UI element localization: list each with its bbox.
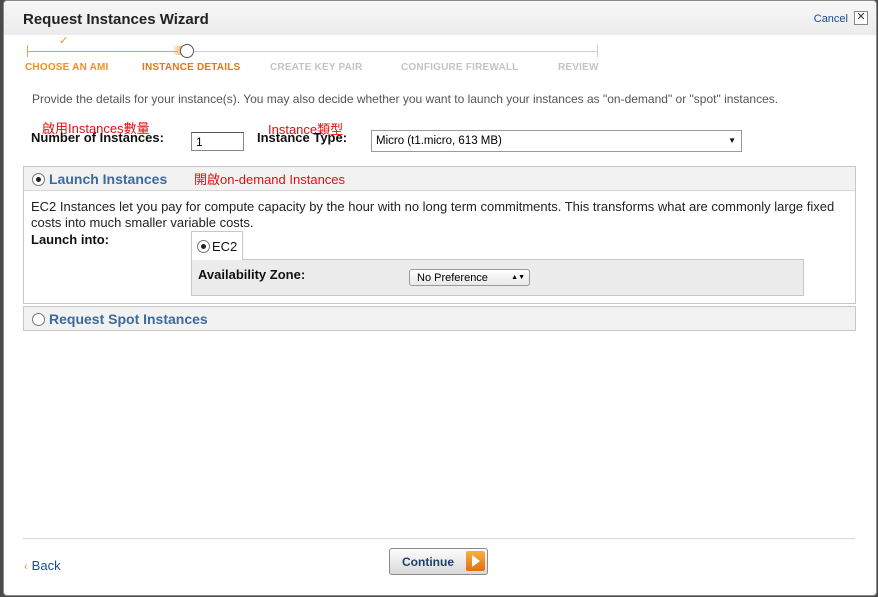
wizard-dialog: Request Instances Wizard Cancel ✕ ✓ CHOO…	[3, 0, 877, 596]
close-icon[interactable]: ✕	[854, 11, 868, 25]
launch-into-label: Launch into:	[31, 232, 109, 247]
footer-separator	[23, 538, 855, 539]
progress-track-done	[27, 51, 178, 52]
availability-zone-select[interactable]: No Preference ▲▼	[409, 269, 530, 286]
progress-track-end	[597, 45, 598, 57]
chevron-left-icon: ‹	[24, 561, 28, 573]
step-review: REVIEW	[558, 62, 599, 73]
dialog-title: Request Instances Wizard	[23, 11, 209, 28]
num-instances-input[interactable]: 1	[191, 132, 244, 151]
launch-instances-description: EC2 Instances let you pay for compute ca…	[31, 199, 835, 230]
step-done-check-icon: ✓	[59, 35, 69, 47]
step-configure-firewall: CONFIGURE FIREWALL	[401, 62, 519, 73]
continue-label: Continue	[402, 555, 454, 569]
spot-instances-panel: Request Spot Instances	[23, 306, 856, 331]
instance-type-label: Instance Type:	[257, 130, 348, 145]
updown-arrow-icon: ▲▼	[511, 274, 525, 281]
ec2-radio[interactable]	[197, 240, 210, 253]
num-instances-label: Number of Instances:	[31, 130, 164, 145]
dropdown-arrow-icon: ▼	[728, 136, 736, 145]
play-arrow-icon	[466, 551, 485, 571]
launch-instances-annotation: 開啟on-demand Instances	[194, 172, 346, 187]
launch-instances-title[interactable]: Launch Instances	[49, 171, 167, 187]
dialog-titlebar: Request Instances Wizard Cancel ✕	[4, 1, 876, 35]
ec2-tab[interactable]: EC2	[191, 231, 243, 260]
launch-instances-header[interactable]: Launch Instances 開啟on-demand Instances	[24, 167, 855, 191]
cancel-link[interactable]: Cancel	[814, 13, 848, 25]
back-label: Back	[31, 558, 61, 573]
launch-instances-radio[interactable]	[32, 173, 45, 186]
step-instance-details: INSTANCE DETAILS	[142, 62, 241, 73]
instance-type-value: Micro (t1.micro, 613 MB)	[376, 135, 502, 147]
step-description: Provide the details for your instance(s)…	[32, 92, 779, 106]
progress-track-todo	[194, 51, 597, 52]
continue-button[interactable]: Continue	[389, 548, 488, 575]
step-choose-ami: CHOOSE AN AMI	[25, 62, 109, 73]
availability-zone-value: No Preference	[417, 272, 488, 284]
step-create-key-pair: CREATE KEY PAIR	[270, 62, 363, 73]
availability-zone-label: Availability Zone:	[198, 267, 306, 282]
back-link[interactable]: ‹ Back	[24, 558, 61, 573]
spot-instances-header[interactable]: Request Spot Instances	[24, 307, 855, 330]
spot-instances-title[interactable]: Request Spot Instances	[49, 311, 208, 327]
spot-instances-radio[interactable]	[32, 313, 45, 326]
ec2-tab-label: EC2	[212, 239, 238, 254]
current-step-marker	[180, 44, 194, 58]
instance-type-select[interactable]: Micro (t1.micro, 613 MB) ▼	[371, 130, 742, 152]
